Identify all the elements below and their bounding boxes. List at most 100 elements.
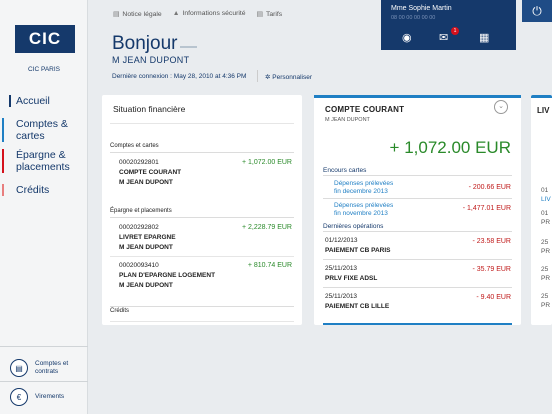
account-name: LIVRET EPARGNE <box>119 234 176 241</box>
account-amount: + 810.74 EUR <box>247 262 292 269</box>
document-icon: ▤ <box>256 11 263 18</box>
nav-epargne-placements[interactable]: Épargne & placements <box>2 149 79 173</box>
customize-label: Personnaliser <box>272 74 313 81</box>
tarifs-link[interactable]: ▤ Tarifs <box>257 10 283 18</box>
tarifs-label: Tarifs <box>265 11 283 18</box>
security-link[interactable]: ▲ Informations sécurité <box>173 10 246 18</box>
account-holder: M JEAN DUPONT <box>119 244 173 251</box>
comptes-contrats-label: Comptes et contrats <box>35 360 69 375</box>
top-links: ▤ Notice légale ▲ Informations sécurité ▤ T… <box>113 10 282 18</box>
divider <box>323 259 512 260</box>
card3-line: PR <box>541 275 551 282</box>
section-epargne: Épargne et placements <box>110 208 294 218</box>
encours-amount: - 200.66 EUR <box>468 184 511 191</box>
divider <box>0 381 88 382</box>
op-amount: - 35.79 EUR <box>472 266 511 273</box>
card3-line: 01 <box>541 210 549 217</box>
livret-card-partial[interactable]: LIV 01 LIV 01 PR 25 PR 25 PR 25 PR <box>531 95 552 325</box>
op-date: 01/12/2013 <box>325 237 358 244</box>
op-amount: - 9.40 EUR <box>476 294 511 301</box>
card3-line: PR <box>541 248 551 255</box>
account-name: PLAN D'EPARGNE LOGEMENT <box>119 272 216 279</box>
cic-logo: CIC <box>15 25 75 53</box>
divider <box>110 123 294 124</box>
section-comptes: Comptes et cartes <box>110 143 294 153</box>
account-holder: M JEAN DUPONT <box>119 179 173 186</box>
account-number: 00020292801 <box>119 159 159 166</box>
gear-icon: ✲ <box>265 74 271 81</box>
calendar-icon[interactable]: ▦ <box>479 31 489 44</box>
legal-label: Notice légale <box>122 11 162 18</box>
location-icon[interactable]: ◉ <box>402 31 412 44</box>
bank-name: CIC PARIS <box>27 66 61 73</box>
op-amount: - 23.58 EUR <box>472 238 511 245</box>
virements-label: Virements <box>35 393 65 400</box>
chevron-down-icon[interactable]: ⌄ <box>494 100 508 114</box>
section-credits: Crédits <box>110 308 130 314</box>
op-date: 25/11/2013 <box>325 265 358 272</box>
card3-title: LIV <box>537 106 550 115</box>
operation-row[interactable]: 25/11/2013 PRLV FIXE ADSL <box>325 264 377 284</box>
security-label: Informations sécurité <box>182 10 246 17</box>
encours-period: fin decembre 2013 <box>334 188 388 195</box>
nav-comptes-cartes[interactable]: Comptes & cartes <box>2 118 81 142</box>
customize-button[interactable]: ✲ Personnaliser <box>265 73 312 81</box>
divider <box>323 198 512 199</box>
account-row[interactable]: 00020093410 PLAN D'EPARGNE LOGEMENT M JE… <box>119 261 215 291</box>
op-label: PAIEMENT CB LILLE <box>325 303 390 310</box>
encours-label: Dépenses prélevées <box>334 180 394 187</box>
nav-label: Comptes & cartes <box>16 118 68 142</box>
situation-card: Situation financière Comptes et cartes 0… <box>102 95 302 325</box>
mail-icon[interactable]: ✉ <box>439 31 448 44</box>
card3-line: PR <box>541 302 551 309</box>
legal-link[interactable]: ▤ Notice légale <box>113 10 162 18</box>
comptes-contrats-button[interactable]: ▤ Comptes et contrats <box>10 359 71 377</box>
greeting-underline <box>180 46 197 48</box>
greeting-title: Bonjour <box>112 33 178 54</box>
warning-icon: ▲ <box>172 10 180 17</box>
divider <box>323 175 512 176</box>
nav-credits[interactable]: Crédits <box>2 184 50 196</box>
nav-accent <box>2 149 4 173</box>
nav-accent <box>2 184 4 196</box>
card3-line: 25 <box>541 293 549 300</box>
card-accent <box>314 95 521 98</box>
section-epargne-hidden <box>110 303 294 307</box>
compte-title: COMPTE COURANT <box>325 105 405 114</box>
account-number: 00020093410 <box>119 262 159 269</box>
user-id: 08 00 00 00 00 00 <box>391 15 436 21</box>
account-row[interactable]: 00020292801 COMPTE COURANT M JEAN DUPONT <box>119 158 181 188</box>
document-icon: ▤ <box>113 11 120 18</box>
divider <box>110 256 294 257</box>
compte-balance: + 1,072.00 EUR <box>389 138 511 157</box>
account-name: COMPTE COURANT <box>119 169 182 176</box>
op-label: PRLV FIXE ADSL <box>325 275 378 282</box>
nav-label: Accueil <box>16 95 50 107</box>
nav-accueil[interactable]: Accueil <box>9 95 50 107</box>
card3-line: PR <box>541 219 551 226</box>
account-amount: + 2,228.79 EUR <box>241 224 292 231</box>
nav-label: Crédits <box>16 184 50 196</box>
virements-button[interactable]: € Virements <box>10 388 64 406</box>
situation-title: Situation financière <box>113 104 186 114</box>
user-panel: Mme Sophie Martin 08 00 00 00 00 00 ◉ ✉ … <box>381 0 516 50</box>
divider <box>323 287 512 288</box>
divider <box>257 70 258 82</box>
account-amount: + 1,072.00 EUR <box>241 159 292 166</box>
account-row[interactable]: 00020292802 LIVRET EPARGNE M JEAN DUPONT <box>119 223 176 253</box>
divider <box>110 321 294 322</box>
encours-item[interactable]: Dépenses prélevées fin decembre 2013 <box>334 180 393 196</box>
euro-transfer-icon: € <box>10 388 28 406</box>
encours-label: Dépenses prélevées <box>334 202 394 209</box>
ops-title: Dernières opérations <box>323 223 384 230</box>
user-name: Mme Sophie Martin <box>391 5 452 12</box>
account-number: 00020292802 <box>119 224 159 231</box>
operation-row[interactable]: 01/12/2013 PAIEMENT CB PARIS <box>325 236 391 256</box>
operation-row[interactable]: 25/11/2013 PAIEMENT CB LILLE <box>325 292 389 312</box>
card3-line: LIV <box>541 196 551 203</box>
power-icon[interactable]: ⏻ <box>522 0 552 22</box>
encours-item[interactable]: Dépenses prélevées fin novembre 2013 <box>334 202 393 218</box>
customer-name: M JEAN DUPONT <box>112 55 190 65</box>
encours-title: Encours cartes <box>323 167 367 174</box>
document-icon: ▤ <box>10 359 28 377</box>
